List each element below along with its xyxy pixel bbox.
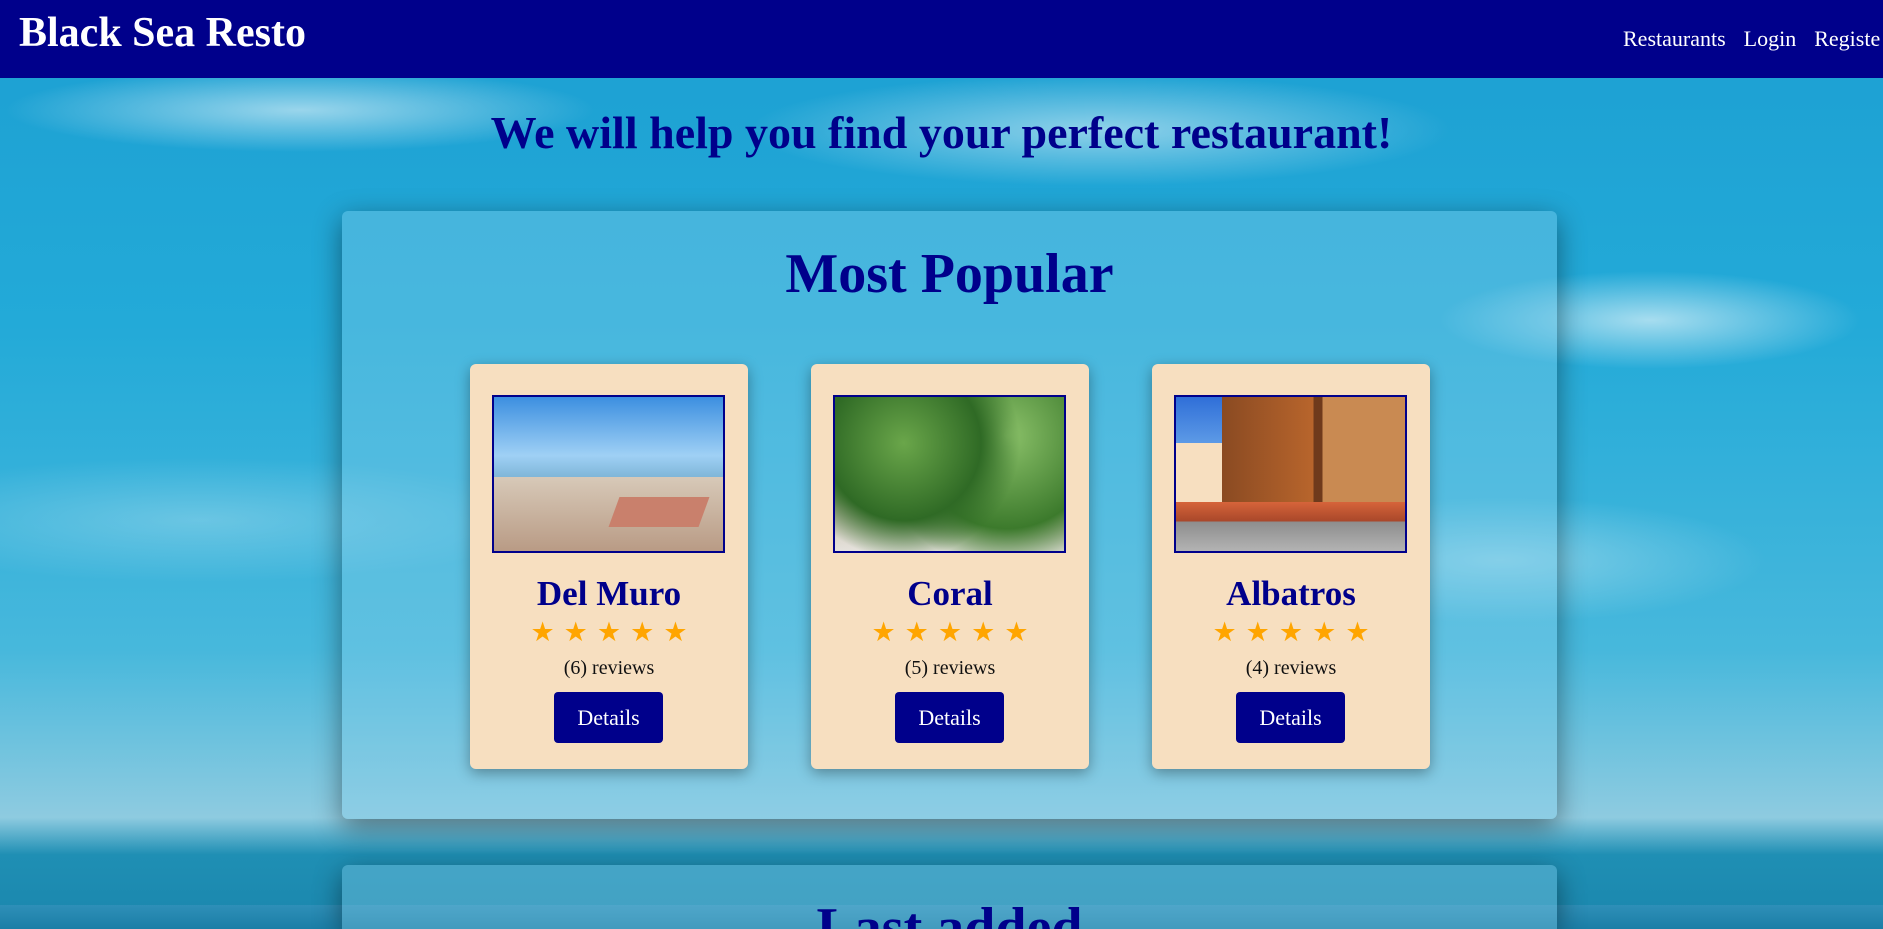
restaurant-name: Coral — [907, 574, 993, 613]
star-icon: ★ — [1245, 617, 1270, 648]
star-icon: ★ — [596, 617, 622, 648]
star-icon: ★ — [1212, 617, 1237, 648]
navbar: Black Sea Resto Restaurants Login Regist… — [0, 0, 1883, 78]
star-icon: ★ — [563, 617, 588, 648]
restaurant-card: Coral ★ ★ ★ ★ ★ (5) reviews Details — [811, 364, 1089, 769]
restaurant-photo — [1174, 395, 1407, 553]
restaurant-photo — [833, 395, 1066, 553]
review-count: (4) reviews — [1245, 657, 1337, 679]
star-icon: ★ — [530, 617, 555, 648]
rating-stars: ★ ★ ★ ★ ★ — [811, 618, 1089, 648]
nav-link-restaurants[interactable]: Restaurants — [1623, 26, 1726, 52]
star-icon: ★ — [871, 617, 896, 648]
review-count: (6) reviews — [563, 657, 655, 679]
section-title: Most Popular — [785, 243, 1114, 305]
rating-stars: ★ ★ ★ ★ ★ — [1152, 618, 1430, 648]
nav-link-login[interactable]: Login — [1744, 26, 1797, 52]
details-button[interactable]: Details — [554, 692, 663, 743]
star-icon: ★ — [1004, 617, 1029, 648]
star-icon: ★ — [1312, 617, 1337, 648]
restaurant-photo — [492, 395, 725, 553]
hero-title: We will help you find your perfect resta… — [490, 107, 1393, 158]
section-title: Last added — [816, 897, 1083, 929]
most-popular-section: Most Popular Del Muro ★ ★ ★ ★ ★ (6) revi… — [342, 211, 1557, 819]
review-count: (5) reviews — [904, 657, 996, 679]
star-icon: ★ — [937, 617, 963, 648]
restaurant-card: Del Muro ★ ★ ★ ★ ★ (6) reviews Details — [470, 364, 748, 769]
restaurant-cards: Del Muro ★ ★ ★ ★ ★ (6) reviews Details C… — [470, 364, 1430, 769]
restaurant-name: Albatros — [1226, 574, 1356, 613]
last-added-section: Last added — [342, 865, 1557, 929]
star-icon: ★ — [904, 617, 929, 648]
restaurant-name: Del Muro — [536, 574, 682, 613]
details-button[interactable]: Details — [1236, 692, 1345, 743]
brand-logo[interactable]: Black Sea Resto — [19, 8, 306, 58]
rating-stars: ★ ★ ★ ★ ★ — [470, 618, 748, 648]
nav-link-register[interactable]: Registe — [1814, 26, 1880, 52]
star-icon: ★ — [1345, 617, 1370, 648]
details-button[interactable]: Details — [895, 692, 1004, 743]
star-icon: ★ — [663, 617, 688, 648]
restaurant-card: Albatros ★ ★ ★ ★ ★ (4) reviews Details — [1152, 364, 1430, 769]
star-icon: ★ — [630, 617, 655, 648]
star-icon: ★ — [971, 617, 996, 648]
nav-links: Restaurants Login Registe — [1623, 26, 1880, 52]
star-icon: ★ — [1278, 617, 1304, 648]
